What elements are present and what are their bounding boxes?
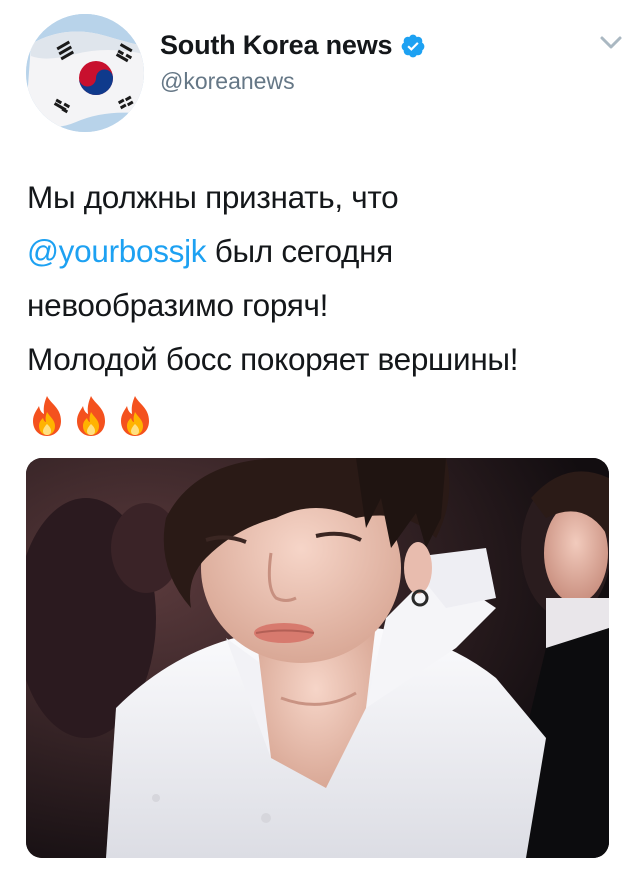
tweet-text-line-3: невообразимо горяч! xyxy=(27,287,329,323)
verified-badge-icon xyxy=(400,33,426,59)
emoji-row xyxy=(27,386,617,438)
avatar[interactable] xyxy=(26,14,144,132)
south-korea-flag-icon xyxy=(26,14,144,132)
tweet-photo[interactable] xyxy=(26,458,609,858)
fire-emoji-icon xyxy=(115,394,155,438)
tweet-text-line-4: Молодой босс покоряет вершины! xyxy=(27,341,519,377)
tweet-text-line-2-rest: был сегодня xyxy=(206,233,394,269)
mention-link[interactable]: @yourbossjk xyxy=(27,233,207,269)
tweet-card: South Korea news @koreanews Мы должны пр… xyxy=(0,0,640,882)
tweet-text-line-2: @yourbossjk был сегодня xyxy=(27,224,617,278)
fire-emoji-icon xyxy=(27,394,67,438)
fire-emoji-icon xyxy=(71,394,111,438)
author-name-row[interactable]: South Korea news xyxy=(160,30,426,61)
tweet-text-line-1: Мы должны признать, что xyxy=(27,179,399,215)
chevron-down-icon[interactable] xyxy=(598,34,624,52)
photo-attachment-image xyxy=(26,458,609,858)
author-handle[interactable]: @koreanews xyxy=(160,68,295,95)
author-display-name[interactable]: South Korea news xyxy=(160,30,393,61)
tweet-text: Мы должны признать, что @yourbossjk был … xyxy=(27,170,617,438)
